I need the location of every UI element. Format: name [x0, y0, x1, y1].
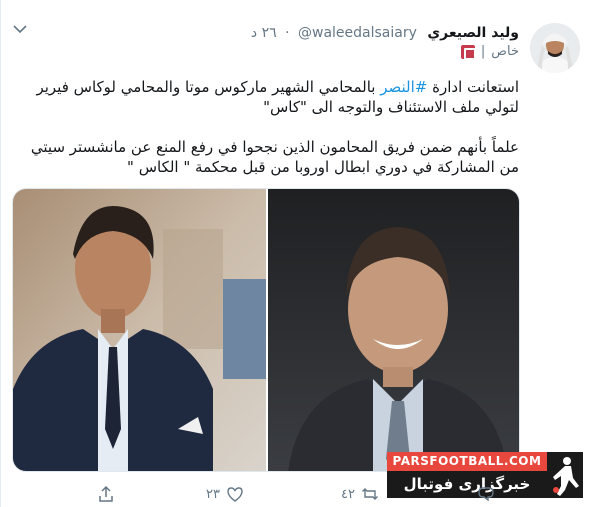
- watermark-logo: [547, 452, 583, 498]
- chevron-down-icon[interactable]: [13, 24, 27, 34]
- retweet-icon: [361, 488, 378, 500]
- share-icon: [99, 485, 113, 502]
- photo-left[interactable]: [13, 189, 266, 471]
- separator-dot: ·: [285, 25, 290, 41]
- tweet-media[interactable]: [12, 188, 520, 472]
- watermark-site: PARSFOOTBALL.COM: [387, 452, 547, 471]
- retweet-button[interactable]: ٤٢: [341, 485, 379, 503]
- reply-button[interactable]: [471, 485, 495, 503]
- tweet-line-3: علماً بأنهم ضمن فريق المحامون الذين نجحو…: [30, 138, 519, 156]
- tweet-card[interactable]: وليد الصيعري @waleedalsaiary · ٢٦ د خاص …: [0, 0, 593, 507]
- reply-icon: [478, 487, 494, 502]
- watermark-tagline: خبرگزاری فوتبال ایران: [387, 471, 547, 507]
- lock-icon: [460, 44, 476, 60]
- share-button[interactable]: [97, 485, 121, 503]
- retweet-count: ٤٢: [341, 486, 355, 502]
- hashtag-link[interactable]: #النصر: [380, 78, 427, 96]
- author-handle[interactable]: @waleedalsaiary: [298, 25, 417, 41]
- tweet-header: وليد الصيعري @waleedalsaiary · ٢٦ د: [251, 25, 519, 41]
- private-separator: |: [480, 44, 486, 59]
- like-button[interactable]: ٢٣: [206, 485, 244, 503]
- tweet-line-4: من المشاركة في دوري ابطال اوروبا من قبل …: [127, 158, 519, 176]
- like-icon: [227, 487, 243, 502]
- tweet-text: استعانت ادارة #النصر بالمحامي الشهير مار…: [19, 77, 519, 177]
- tweet-line-1: استعانت ادارة #النصر بالمحامي الشهير مار…: [36, 78, 519, 96]
- private-row: خاص |: [460, 44, 519, 60]
- tweet-time[interactable]: ٢٦ د: [251, 25, 277, 41]
- private-label: خاص: [491, 44, 519, 59]
- avatar[interactable]: [530, 23, 580, 73]
- photo-right[interactable]: [266, 189, 519, 471]
- author-name[interactable]: وليد الصيعري: [427, 25, 519, 41]
- tweet-line-2: لتولي ملف الاستئناف والتوجه الى "كاس": [263, 98, 519, 116]
- like-count: ٢٣: [206, 486, 220, 502]
